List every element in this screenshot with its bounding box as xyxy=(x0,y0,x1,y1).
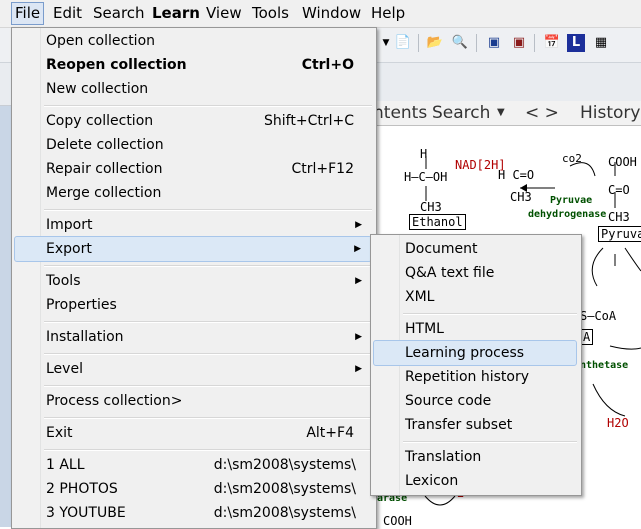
menu-item-copy-collection[interactable]: Copy collection Shift+Ctrl+C xyxy=(14,109,372,133)
diagram-text: dehydrogenase xyxy=(528,209,607,220)
file-menu: Open collection Reopen collection Ctrl+O … xyxy=(11,27,377,529)
diagram-text: CH3 xyxy=(510,190,532,204)
diagram-text: H—C—OH xyxy=(404,170,448,184)
calendar-icon[interactable]: 📅 xyxy=(543,34,561,52)
submenu-arrow-icon: ▶ xyxy=(355,364,362,374)
menu-view[interactable]: View xyxy=(203,3,245,24)
menu-edit[interactable]: Edit xyxy=(50,3,85,24)
menu-separator xyxy=(44,449,372,451)
menu-separator xyxy=(44,321,372,323)
diagram-text: COOH xyxy=(383,514,412,528)
diagram-text: S—CoA xyxy=(580,309,617,323)
menu-separator xyxy=(44,353,372,355)
tab-search[interactable]: Search xyxy=(432,103,490,123)
menu-item-recent-1[interactable]: 1 ALL d:\sm2008\systems\ xyxy=(14,453,372,477)
menu-search[interactable]: Search xyxy=(90,3,148,24)
menu-item-exit[interactable]: Exit Alt+F4 xyxy=(14,421,372,445)
diagram-text: co2 xyxy=(562,152,582,165)
menu-separator xyxy=(44,105,372,107)
export-item-lexicon[interactable]: Lexicon xyxy=(373,469,577,493)
dropdown-arrow-icon[interactable]: ▼ xyxy=(377,34,395,52)
export-item-repetition-history[interactable]: Repetition history xyxy=(373,365,577,389)
menu-separator xyxy=(403,313,577,315)
menu-item-open-collection[interactable]: Open collection xyxy=(14,29,372,53)
menu-tools[interactable]: Tools xyxy=(249,3,292,24)
menu-item-new-collection[interactable]: New collection xyxy=(14,77,372,101)
export-item-html[interactable]: HTML xyxy=(373,317,577,341)
menu-file[interactable]: File xyxy=(11,2,45,25)
tab-contents[interactable]: ntents xyxy=(373,103,427,123)
export-item-xml[interactable]: XML xyxy=(373,285,577,309)
diagram-text: CH3 xyxy=(420,200,442,214)
menu-item-delete-collection[interactable]: Delete collection xyxy=(14,133,372,157)
menu-item-process-collection[interactable]: Process collection> xyxy=(14,389,372,413)
menu-item-recent-3[interactable]: 3 YOUTUBE d:\sm2008\systems\ xyxy=(14,501,372,525)
diagram-text: C=O xyxy=(608,183,630,197)
menu-separator xyxy=(44,385,372,387)
binoculars-icon[interactable]: 🔍 xyxy=(451,34,469,52)
menu-separator xyxy=(44,417,372,419)
tab-nav[interactable]: < > xyxy=(525,103,559,123)
note-icon[interactable]: 📄 xyxy=(394,34,412,52)
menu-learn[interactable]: Learn xyxy=(149,3,203,24)
menu-separator xyxy=(403,441,577,443)
menu-item-export[interactable]: Export ▶ xyxy=(14,236,372,262)
menu-item-level[interactable]: Level ▶ xyxy=(14,357,372,381)
export-item-transfer-subset[interactable]: Transfer subset xyxy=(373,413,577,437)
menu-item-merge-collection[interactable]: Merge collection xyxy=(14,181,372,205)
diagram-text: H C=O xyxy=(498,168,535,182)
menu-item-import[interactable]: Import ▶ xyxy=(14,213,372,237)
export-item-source-code[interactable]: Source code xyxy=(373,389,577,413)
diagram-label: Ethanol xyxy=(409,214,466,230)
menu-help[interactable]: Help xyxy=(368,3,408,24)
window-close-icon[interactable]: ▣ xyxy=(510,34,528,52)
diagram-text: COOH xyxy=(608,155,637,169)
menu-item-properties[interactable]: Properties xyxy=(14,293,372,317)
learn-l-icon[interactable]: L xyxy=(567,34,585,52)
open-folder-icon[interactable]: 📂 xyxy=(426,34,444,52)
toolbar-separator xyxy=(476,34,477,52)
menu-bar: File Edit Search Learn View Tools Window… xyxy=(0,0,641,28)
submenu-arrow-icon: ▶ xyxy=(354,244,361,254)
diagram-text: CH3 xyxy=(608,210,630,224)
diagram-text: H2O xyxy=(607,416,629,430)
tab-history[interactable]: History xyxy=(580,103,640,123)
menu-item-repair-collection[interactable]: Repair collection Ctrl+F12 xyxy=(14,157,372,181)
submenu-arrow-icon: ▶ xyxy=(355,332,362,342)
submenu-arrow-icon: ▶ xyxy=(355,276,362,286)
tab-bar: ntents Search ▼ < > History xyxy=(373,101,641,126)
grid-icon[interactable]: ▦ xyxy=(592,34,610,52)
toolbar-separator xyxy=(418,34,419,52)
window-icon[interactable]: ▣ xyxy=(485,34,503,52)
menu-window[interactable]: Window xyxy=(299,3,364,24)
chevron-down-icon[interactable]: ▼ xyxy=(497,107,505,118)
export-item-translation[interactable]: Translation xyxy=(373,445,577,469)
menu-item-reopen-collection[interactable]: Reopen collection Ctrl+O xyxy=(14,53,372,77)
diagram-label: Pyruva xyxy=(598,226,641,242)
toolbar-separator xyxy=(534,34,535,52)
diagram-text: H xyxy=(420,147,428,161)
menu-item-recent-2[interactable]: 2 PHOTOS d:\sm2008\systems\ xyxy=(14,477,372,501)
menu-item-installation[interactable]: Installation ▶ xyxy=(14,325,372,349)
export-item-qa-text-file[interactable]: Q&A text file xyxy=(373,261,577,285)
menu-separator xyxy=(44,209,372,211)
submenu-arrow-icon: ▶ xyxy=(355,220,362,230)
export-item-document[interactable]: Document xyxy=(373,237,577,261)
export-submenu: Document Q&A text file XML HTML Learning… xyxy=(370,234,582,496)
diagram-text: Pyruvae xyxy=(550,195,593,206)
menu-item-tools[interactable]: Tools ▶ xyxy=(14,269,372,293)
menu-separator xyxy=(44,265,372,267)
export-item-learning-process[interactable]: Learning process xyxy=(373,340,577,366)
diagram-text: nthetase xyxy=(580,360,629,371)
